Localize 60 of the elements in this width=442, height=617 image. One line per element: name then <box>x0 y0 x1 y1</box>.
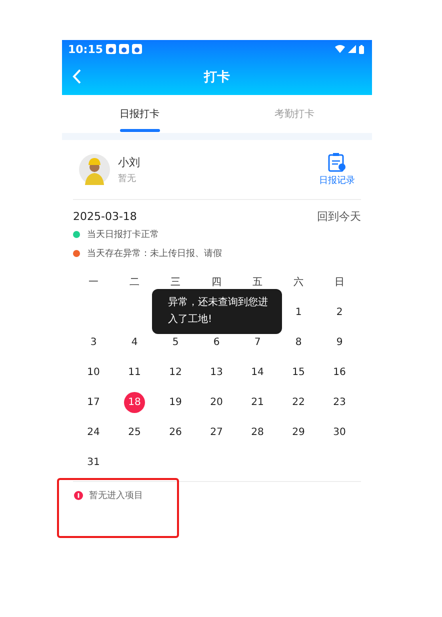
notice-text: 暂无进入项目 <box>89 490 143 502</box>
back-to-today-link[interactable]: 回到今天 <box>317 208 361 224</box>
page-title: 打卡 <box>204 68 230 86</box>
signal-icon <box>348 45 356 53</box>
calendar-day[interactable]: 10 <box>83 362 104 382</box>
calendar-day[interactable]: 26 <box>165 422 186 442</box>
calendar-day[interactable]: 6 <box>206 332 227 352</box>
legend-text: 当天日报打卡正常 <box>87 228 159 241</box>
weekday-label: 六 <box>294 276 304 289</box>
calendar-day[interactable]: 31 <box>83 452 104 472</box>
back-icon[interactable] <box>72 69 82 84</box>
calendar-day[interactable]: 29 <box>288 422 309 442</box>
calendar-day[interactable]: 7 <box>247 332 268 352</box>
notification-icon <box>119 44 130 54</box>
calendar-day[interactable]: 19 <box>165 392 186 412</box>
calendar-day[interactable]: 18 <box>124 392 145 412</box>
message-toast: 异常，还未查询到您进入了工地! <box>152 289 282 334</box>
calendar-day[interactable]: 16 <box>329 362 350 382</box>
weekday-label: 三 <box>170 276 180 289</box>
weekday-label: 一 <box>88 276 98 289</box>
wifi-icon <box>335 45 345 53</box>
calendar-day[interactable]: 11 <box>124 362 145 382</box>
calendar-day[interactable]: 23 <box>329 392 350 412</box>
weekday-label: 四 <box>212 276 222 289</box>
calendar-day[interactable]: 5 <box>165 332 186 352</box>
legend-text: 当天存在异常：未上传日报、请假 <box>87 248 222 260</box>
current-date: 2025-03-18 <box>73 210 137 222</box>
report-record-button[interactable]: 日报记录 <box>319 152 355 187</box>
calendar-day[interactable]: 14 <box>247 362 268 382</box>
weekday-label: 五 <box>252 276 262 289</box>
tab[interactable]: 日报打卡 <box>62 95 217 133</box>
notification-icon <box>132 44 142 54</box>
calendar-day[interactable]: 25 <box>124 422 145 442</box>
calendar-day[interactable]: 30 <box>329 422 350 442</box>
notification-icon <box>106 44 116 54</box>
calendar-day[interactable]: 1 <box>288 302 309 322</box>
alert-icon <box>74 490 83 500</box>
avatar-icon <box>79 154 110 185</box>
calendar-day[interactable]: 8 <box>288 332 309 352</box>
calendar-day[interactable]: 17 <box>83 392 104 412</box>
status-time: 10:15 <box>68 42 104 56</box>
calendar-day[interactable]: 9 <box>329 332 350 352</box>
calendar-day[interactable]: 22 <box>288 392 309 412</box>
calendar-day[interactable]: 24 <box>83 422 104 442</box>
calendar-day[interactable]: 4 <box>124 332 145 352</box>
calendar-day[interactable]: 27 <box>206 422 227 442</box>
weekday-label: 日 <box>334 276 344 289</box>
weekday-label: 二 <box>130 276 140 289</box>
user-subtitle: 暂无 <box>118 172 137 184</box>
calendar-day[interactable]: 3 <box>83 332 104 352</box>
calendar-day[interactable]: 28 <box>247 422 268 442</box>
calendar-day[interactable]: 15 <box>288 362 309 382</box>
calendar-day[interactable]: 21 <box>247 392 268 412</box>
clipboard-icon <box>328 152 346 172</box>
calendar-day[interactable]: 12 <box>165 362 186 382</box>
user-name: 小刘 <box>118 154 141 170</box>
calendar-day[interactable]: 2 <box>329 302 350 322</box>
calendar-day[interactable]: 20 <box>206 392 227 412</box>
battery-icon <box>359 44 364 54</box>
calendar-day[interactable]: 13 <box>206 362 227 382</box>
